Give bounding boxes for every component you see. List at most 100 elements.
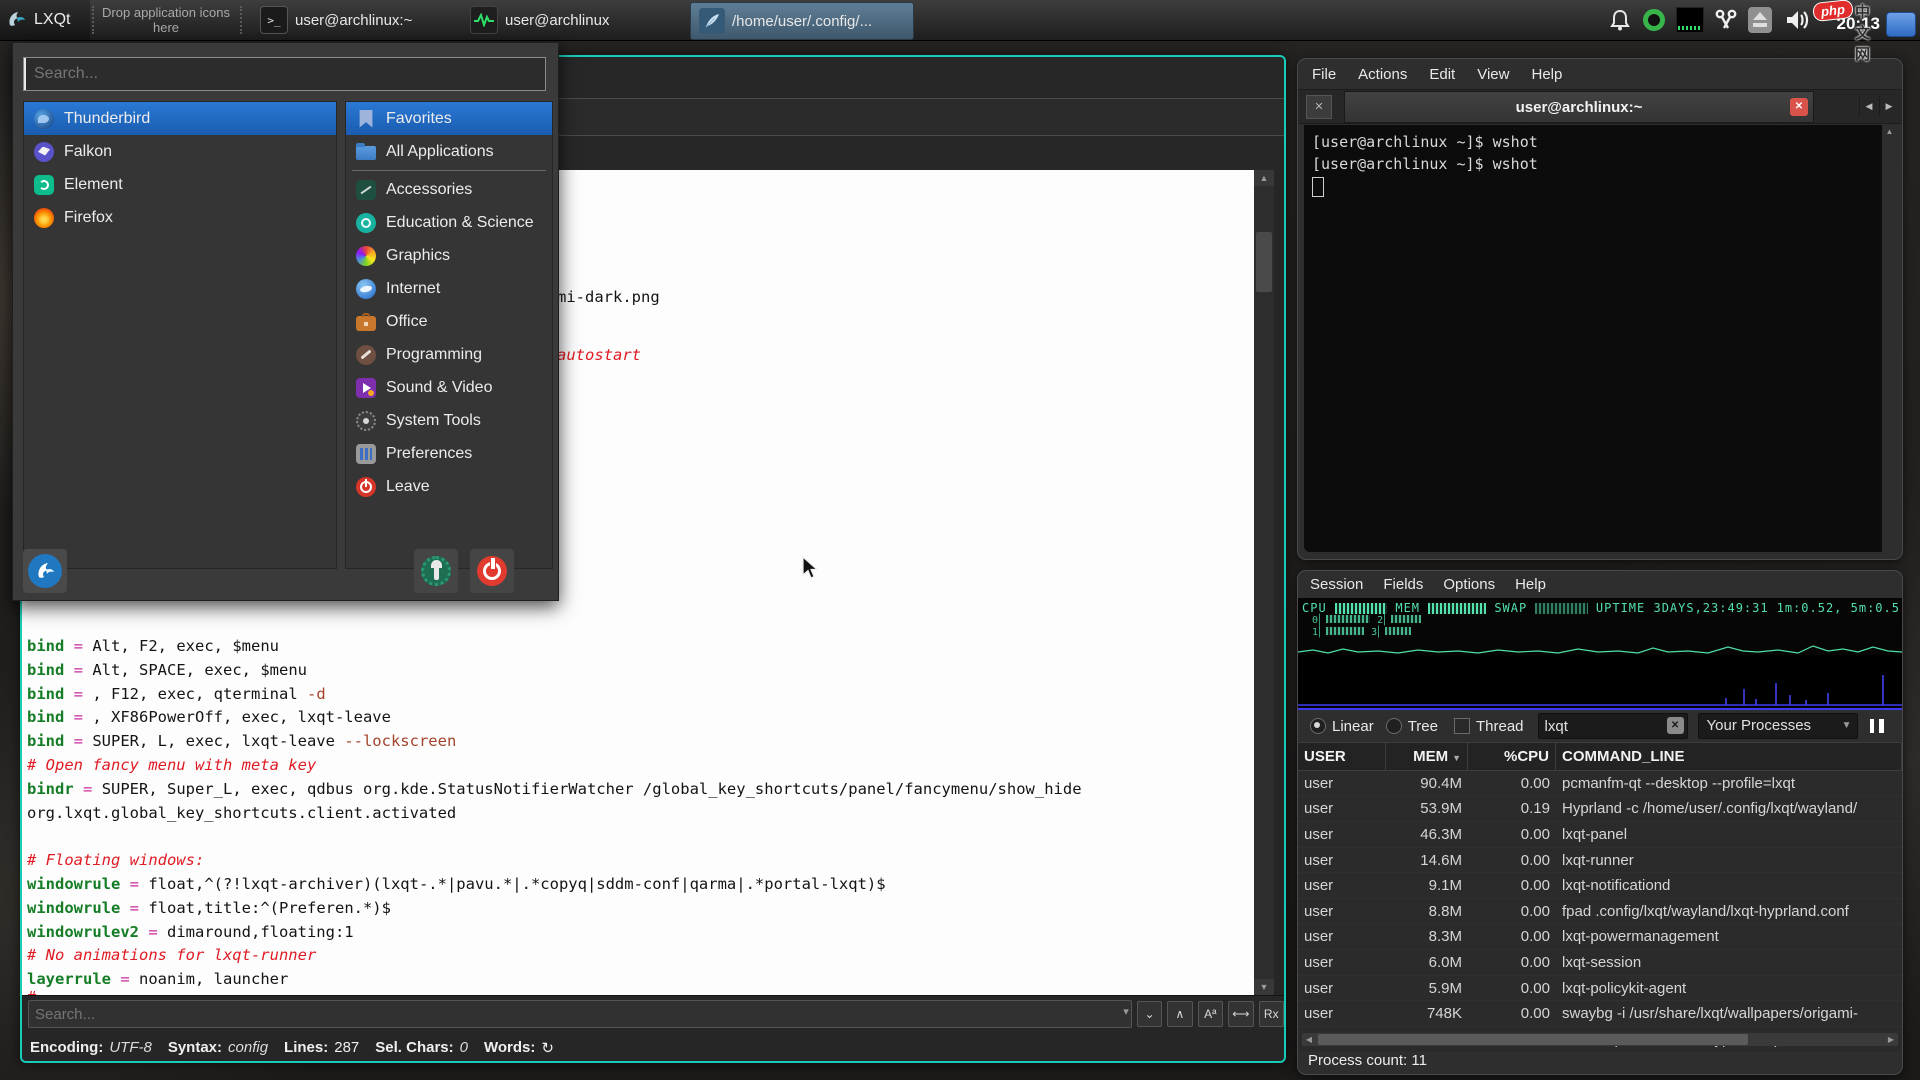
main-menu-button[interactable]: LXQt <box>0 0 90 40</box>
menu-item-sound-video[interactable]: Sound & Video <box>346 371 552 404</box>
menu-item-education-science[interactable]: Education & Science <box>346 206 552 239</box>
col-mem[interactable]: MEM▼ <box>1386 743 1468 770</box>
qps-horizontal-scrollbar[interactable]: ◀ ▶ <box>1302 1033 1898 1046</box>
scroll-up-icon[interactable]: ▲ <box>1254 170 1274 186</box>
menu-help[interactable]: Help <box>1515 576 1546 593</box>
menu-item-thunderbird[interactable]: Thunderbird <box>24 102 336 135</box>
menu-item-programming[interactable]: Programming <box>346 338 552 371</box>
process-row[interactable]: user8.3M0.00lxqt-powermanagement <box>1298 925 1902 951</box>
tab-close-icon[interactable]: ✕ <box>1790 98 1808 116</box>
quicklaunch-drop-area[interactable]: Drop application icons here <box>100 2 232 38</box>
editor-search-input[interactable] <box>29 1001 1131 1027</box>
eject-icon[interactable] <box>1746 7 1774 33</box>
terminal-tab[interactable]: user@archlinux:~ ✕ <box>1344 91 1814 123</box>
scroll-left-icon[interactable]: ◀ <box>1302 1033 1316 1046</box>
menu-help[interactable]: Help <box>1531 66 1562 83</box>
scroll-right-icon[interactable]: ▶ <box>1884 1033 1898 1046</box>
whole-word-button[interactable]: ⟷ <box>1228 1001 1253 1027</box>
terminal-line: [user@archlinux ~]$ wshot <box>1312 153 1882 175</box>
power-icon <box>477 556 507 586</box>
process-row[interactable]: user6.0M0.00lxqt-session <box>1298 950 1902 976</box>
clipboard-scissors-icon[interactable] <box>1712 7 1740 33</box>
menu-item-office[interactable]: Office <box>346 305 552 338</box>
scroll-down-icon[interactable]: ▼ <box>1254 979 1274 995</box>
about-lxqt-button[interactable] <box>23 549 67 593</box>
menu-view[interactable]: View <box>1477 66 1509 83</box>
menu-item-firefox[interactable]: Firefox <box>24 201 336 234</box>
cell-cpu: 0.00 <box>1468 826 1556 843</box>
code-line: # Floating windows: <box>27 849 1082 873</box>
menu-item-system-tools[interactable]: System Tools <box>346 404 552 437</box>
scroll-up-icon[interactable]: ▲ <box>1883 125 1896 138</box>
process-filter-field[interactable]: ✕ <box>1538 713 1688 739</box>
regex-button[interactable]: Rx <box>1259 1001 1284 1027</box>
search-history-dropdown-icon[interactable]: ▾ <box>1123 1005 1129 1018</box>
menu-session[interactable]: Session <box>1310 576 1363 593</box>
notifications-bell-icon[interactable] <box>1606 7 1634 33</box>
editor-vertical-scrollbar[interactable]: ▲ ▼ <box>1254 170 1274 995</box>
process-row[interactable]: user14.6M0.00lxqt-runner <box>1298 848 1902 874</box>
menu-file[interactable]: File <box>1312 66 1336 83</box>
menu-edit[interactable]: Edit <box>1429 66 1455 83</box>
menu-configure-button[interactable] <box>414 549 458 593</box>
menu-item-falkon[interactable]: Falkon <box>24 135 336 168</box>
find-previous-button[interactable]: ∧ <box>1167 1001 1192 1027</box>
thread-checkbox[interactable] <box>1454 718 1470 734</box>
menu-item-graphics[interactable]: Graphics <box>346 239 552 272</box>
menu-actions[interactable]: Actions <box>1358 66 1407 83</box>
menu-item-internet[interactable]: Internet <box>346 272 552 305</box>
tray-indicator-icon[interactable] <box>1886 12 1916 37</box>
terminal-icon: >_ <box>260 6 288 34</box>
words-refresh-icon[interactable]: ↻ <box>541 1039 554 1057</box>
task-title: /home/user/.config/... <box>732 13 872 30</box>
process-row[interactable]: user53.9M0.19Hyprland -c /home/user/.con… <box>1298 797 1902 823</box>
session-ring-icon[interactable] <box>1640 7 1668 33</box>
process-row[interactable]: user90.4M0.00pcmanfm-qt --desktop --prof… <box>1298 771 1902 797</box>
col-command-line[interactable]: COMMAND_LINE <box>1556 743 1902 770</box>
taskbar-button-monitor[interactable]: user@archlinux <box>462 2 617 38</box>
terminal-scrollbar[interactable]: ▲ <box>1883 125 1896 552</box>
tree-radio[interactable] <box>1386 718 1402 734</box>
process-row[interactable]: user46.3M0.00lxqt-panel <box>1298 822 1902 848</box>
menu-item-favorites[interactable]: Favorites <box>346 102 552 135</box>
editor-search-field[interactable]: ▾ <box>28 1000 1132 1028</box>
close-tab-button[interactable]: ✕ <box>1306 95 1332 119</box>
menu-favorites-list: ThunderbirdFalkonElementFirefox <box>23 101 337 569</box>
code-line: bind = , F12, exec, qterminal -d <box>27 683 1082 707</box>
process-filter-input[interactable] <box>1539 714 1687 738</box>
menu-search-field[interactable] <box>23 57 546 91</box>
find-next-button[interactable]: ⌄ <box>1137 1001 1162 1027</box>
menu-item-preferences[interactable]: Preferences <box>346 437 552 470</box>
process-scope-select[interactable]: Your Processes ▼ <box>1698 713 1858 739</box>
menu-search-input[interactable] <box>24 58 545 90</box>
menu-item-accessories[interactable]: Accessories <box>346 173 552 206</box>
terminal-output[interactable]: [user@archlinux ~]$ wshot[user@archlinux… <box>1304 125 1882 552</box>
process-row[interactable]: user748K0.00swaybg -i /usr/share/lxqt/wa… <box>1298 1001 1902 1027</box>
tab-scroll-right-icon[interactable]: ▶ <box>1879 95 1898 117</box>
match-case-button[interactable]: Aª <box>1198 1001 1223 1027</box>
menu-item-all-applications[interactable]: All Applications <box>346 135 552 168</box>
process-row[interactable]: user9.1M0.00lxqt-notificationd <box>1298 873 1902 899</box>
menu-item-leave[interactable]: Leave <box>346 470 552 503</box>
col-user[interactable]: USER <box>1298 743 1386 770</box>
taskbar-button-featherpad[interactable]: /home/user/.config/... <box>690 2 914 40</box>
linear-radio[interactable] <box>1310 718 1326 734</box>
cell-mem: 5.9M <box>1386 980 1468 997</box>
taskbar-button-terminal[interactable]: >_ user@archlinux:~ <box>252 2 420 38</box>
process-row[interactable]: user8.8M0.00fpad .config/lxqt/wayland/lx… <box>1298 899 1902 925</box>
scrollbar-thumb[interactable] <box>1256 232 1272 292</box>
cpu-history-icon[interactable] <box>1676 7 1704 33</box>
menu-options[interactable]: Options <box>1443 576 1495 593</box>
scrollbar-thumb[interactable] <box>1318 1034 1748 1045</box>
internet-icon <box>356 279 376 299</box>
cell-cmd: lxqt-session <box>1556 954 1902 971</box>
col-cpu[interactable]: %CPU <box>1468 743 1556 770</box>
clear-filter-icon[interactable]: ✕ <box>1667 717 1684 734</box>
process-row[interactable]: user5.9M0.00lxqt-policykit-agent <box>1298 976 1902 1002</box>
menu-item-element[interactable]: Element <box>24 168 336 201</box>
volume-icon[interactable] <box>1784 7 1812 33</box>
menu-leave-button[interactable] <box>470 549 514 593</box>
pause-button[interactable] <box>1870 719 1884 733</box>
tab-scroll-left-icon[interactable]: ◀ <box>1859 95 1878 117</box>
menu-fields[interactable]: Fields <box>1383 576 1423 593</box>
